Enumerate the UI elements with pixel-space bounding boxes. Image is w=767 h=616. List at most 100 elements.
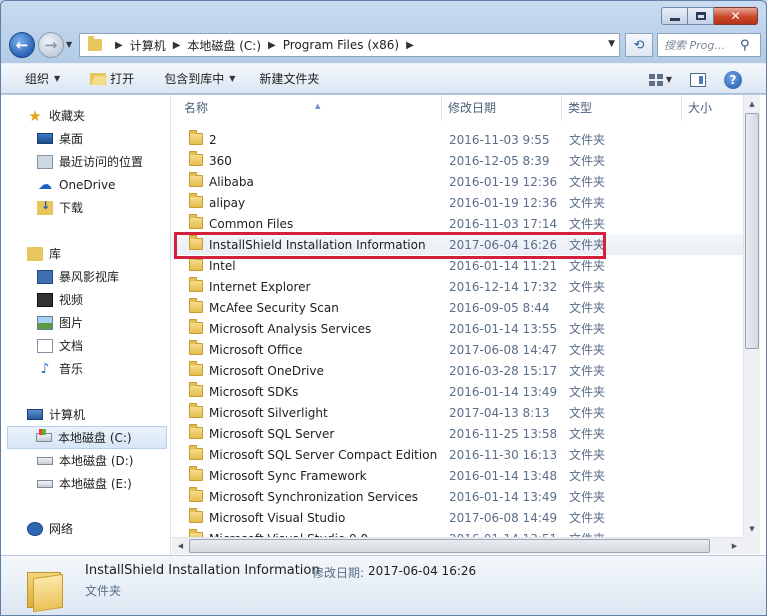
table-row[interactable]: Intel 2016-01-14 11:21 文件夹 xyxy=(172,255,743,276)
folder-icon xyxy=(189,298,203,313)
nav-pictures[interactable]: 图片 xyxy=(1,311,169,334)
folder-icon xyxy=(189,130,203,145)
breadcrumb-separator[interactable]: ▶ xyxy=(268,40,276,51)
close-button[interactable]: ✕ xyxy=(714,7,758,25)
file-name: Microsoft SQL Server xyxy=(209,426,335,441)
nav-desktop[interactable]: 桌面 xyxy=(1,127,169,150)
search-input[interactable] xyxy=(664,38,740,52)
table-row[interactable]: Microsoft Sync Framework 2016-01-14 13:48… xyxy=(172,465,743,486)
nav-computer[interactable]: 计算机 xyxy=(1,403,169,426)
breadcrumb-separator[interactable]: ▶ xyxy=(173,40,181,51)
table-row[interactable]: Microsoft OneDrive 2016-03-28 15:17 文件夹 xyxy=(172,360,743,381)
file-modified-date: 2017-04-13 8:13 xyxy=(449,405,550,420)
address-history-dropdown[interactable]: ▼ xyxy=(608,39,615,49)
nav-label: 视频 xyxy=(59,293,84,307)
table-row[interactable]: Microsoft SQL Server Compact Edition 2016… xyxy=(172,444,743,465)
column-header-name[interactable]: ▲ 名称 xyxy=(178,95,442,121)
nav-videos[interactable]: 视频 xyxy=(1,288,169,311)
address-bar[interactable]: ▶ 计算机 ▶ 本地磁盘 (C:) ▶ Program Files (x86) … xyxy=(79,33,620,57)
table-row[interactable]: Microsoft SDKs 2016-01-14 13:49 文件夹 xyxy=(172,381,743,402)
command-bar: 组织 ▼ 打开 包含到库中 ▼ 新建文件夹 ▼ ? xyxy=(1,63,766,94)
folder-icon xyxy=(189,319,203,334)
open-button[interactable]: 打开 xyxy=(90,70,134,87)
table-row[interactable]: Microsoft Visual Studio 2017-06-08 14:49 文… xyxy=(172,507,743,528)
breadcrumb-separator[interactable]: ▶ xyxy=(115,40,123,51)
include-in-library-button[interactable]: 包含到库中 ▼ xyxy=(164,70,235,87)
table-row[interactable]: InstallShield Installation Information 20… xyxy=(172,234,743,255)
nav-favorites[interactable]: ★ 收藏夹 xyxy=(1,104,169,127)
nav-baofeng-library[interactable]: 暴风影视库 xyxy=(1,265,169,288)
table-row[interactable]: 2 2016-11-03 9:55 文件夹 xyxy=(172,129,743,150)
table-row[interactable]: Microsoft Analysis Services 2016-01-14 13… xyxy=(172,318,743,339)
view-options-dropdown[interactable]: ▼ xyxy=(666,75,672,84)
search-icon[interactable]: ⚲ xyxy=(740,38,750,53)
new-folder-button[interactable]: 新建文件夹 xyxy=(259,70,319,87)
table-row[interactable]: Microsoft Silverlight 2017-04-13 8:13 文件夹 xyxy=(172,402,743,423)
file-list-pane: ▲ 名称 修改日期 类型 大小 2 2016-11-03 9:55 文件夹 360 20… xyxy=(172,95,743,555)
file-modified-date: 2017-06-08 14:47 xyxy=(449,342,558,357)
file-type: 文件夹 xyxy=(569,469,606,483)
scroll-up-icon[interactable]: ▲ xyxy=(744,95,760,112)
column-header-type[interactable]: 类型 xyxy=(562,95,682,121)
folder-icon xyxy=(189,487,203,502)
table-row[interactable]: alipay 2016-01-19 12:36 文件夹 xyxy=(172,192,743,213)
breadcrumb-local-disk-c[interactable]: 本地磁盘 (C:) xyxy=(187,37,261,54)
scroll-down-icon[interactable]: ▼ xyxy=(744,520,760,537)
nav-label: 本地磁盘 (E:) xyxy=(59,477,132,491)
nav-local-disk-e[interactable]: 本地磁盘 (E:) xyxy=(1,472,169,495)
breadcrumb-separator[interactable]: ▶ xyxy=(406,40,414,51)
nav-downloads[interactable]: 下载 xyxy=(1,196,169,219)
back-button[interactable]: ← xyxy=(9,32,35,58)
table-row[interactable]: Alibaba 2016-01-19 12:36 文件夹 xyxy=(172,171,743,192)
breadcrumb-computer[interactable]: 计算机 xyxy=(130,37,166,54)
file-modified-date: 2016-12-05 8:39 xyxy=(449,153,550,168)
column-header-size[interactable]: 大小 xyxy=(682,95,743,121)
refresh-button[interactable]: ⟲ xyxy=(625,33,653,57)
nav-libraries[interactable]: 库 xyxy=(1,242,169,265)
table-row[interactable]: 360 2016-12-05 8:39 文件夹 xyxy=(172,150,743,171)
minimize-button[interactable] xyxy=(661,7,688,25)
nav-music[interactable]: ♪ 音乐 xyxy=(1,357,169,380)
vertical-scrollbar[interactable]: ▲ ▼ xyxy=(743,95,760,537)
preview-pane-icon[interactable] xyxy=(690,72,706,87)
organize-label: 组织 xyxy=(25,72,50,86)
nav-label: 图片 xyxy=(59,316,84,330)
table-row[interactable]: Microsoft SQL Server 2016-11-25 13:58 文件夹 xyxy=(172,423,743,444)
table-row[interactable]: Microsoft Office 2017-06-08 14:47 文件夹 xyxy=(172,339,743,360)
scroll-right-icon[interactable]: ▶ xyxy=(726,538,743,554)
breadcrumb-program-files-x86[interactable]: Program Files (x86) xyxy=(283,38,399,52)
organize-button[interactable]: 组织 ▼ xyxy=(25,70,60,87)
nav-documents[interactable]: 文档 xyxy=(1,334,169,357)
nav-recent-places[interactable]: 最近访问的位置 xyxy=(1,150,169,173)
table-row[interactable]: Microsoft Synchronization Services 2016-0… xyxy=(172,486,743,507)
help-icon[interactable]: ? xyxy=(724,70,742,89)
file-type: 文件夹 xyxy=(569,511,606,525)
scroll-left-icon[interactable]: ◀ xyxy=(172,538,189,554)
table-row[interactable]: Common Files 2016-11-03 17:14 文件夹 xyxy=(172,213,743,234)
horizontal-scroll-thumb[interactable] xyxy=(189,539,710,553)
scrollbar-corner xyxy=(743,537,760,554)
nav-network[interactable]: 网络 xyxy=(1,517,169,540)
table-row[interactable]: Microsoft Visual Studio 9.02016-01-14 13… xyxy=(172,528,743,537)
change-view-icon[interactable] xyxy=(648,73,663,86)
nav-local-disk-d[interactable]: 本地磁盘 (D:) xyxy=(1,449,169,472)
file-modified-date: 2016-09-05 8:44 xyxy=(449,300,550,315)
details-item-name: InstallShield Installation Information xyxy=(85,563,320,578)
table-row[interactable]: Internet Explorer 2016-12-14 17:32 文件夹 xyxy=(172,276,743,297)
nav-local-disk-c[interactable]: 本地磁盘 (C:) xyxy=(7,426,167,449)
nav-onedrive[interactable]: ☁ OneDrive xyxy=(1,173,169,196)
column-header-date[interactable]: 修改日期 xyxy=(442,95,562,121)
recent-pages-dropdown[interactable]: ▼ xyxy=(66,40,72,49)
table-row[interactable]: McAfee Security Scan 2016-09-05 8:44 文件夹 xyxy=(172,297,743,318)
maximize-button[interactable] xyxy=(688,7,714,25)
vertical-scroll-thumb[interactable] xyxy=(745,113,759,349)
library-icon xyxy=(27,246,43,261)
horizontal-scrollbar[interactable]: ◀ ▶ xyxy=(172,537,743,554)
file-name: Alibaba xyxy=(209,174,254,189)
file-type: 文件夹 xyxy=(569,301,606,315)
file-name: Microsoft SQL Server Compact Edition xyxy=(209,447,438,462)
sort-ascending-icon: ▲ xyxy=(315,102,321,110)
forward-button[interactable]: → xyxy=(38,32,64,58)
include-in-library-label: 包含到库中 xyxy=(164,72,225,86)
file-name: Microsoft OneDrive xyxy=(209,363,324,378)
